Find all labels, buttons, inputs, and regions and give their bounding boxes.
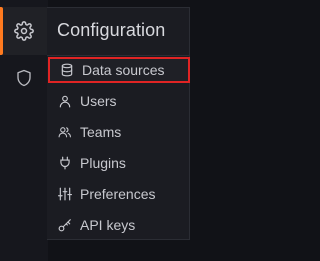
configuration-rail-button[interactable] [0,7,48,55]
menu-item-users[interactable]: Users [48,88,190,114]
side-rail [0,0,48,261]
menu-item-teams[interactable]: Teams [48,119,190,145]
users-icon [58,125,72,139]
menu-divider [47,55,190,56]
server-admin-rail-button[interactable] [0,54,48,102]
menu-item-data-sources[interactable]: Data sources [48,57,190,83]
menu-item-label: Preferences [80,186,156,202]
plug-icon [58,156,72,170]
menu-item-plugins[interactable]: Plugins [48,150,190,176]
user-icon [58,94,72,108]
menu-item-label: Data sources [82,62,165,78]
configuration-menu: Configuration Data sources Users Teams P… [47,7,190,240]
sliders-icon [58,187,72,201]
gear-icon [14,21,34,41]
menu-item-label: Teams [80,124,122,140]
shield-icon [15,69,33,87]
menu-item-label: API keys [80,217,136,233]
menu-item-api-keys[interactable]: API keys [48,212,190,238]
menu-item-label: Users [80,93,117,109]
menu-title: Configuration [57,20,166,40]
database-icon [60,63,74,77]
key-icon [58,218,72,232]
menu-item-preferences[interactable]: Preferences [48,181,190,207]
menu-item-label: Plugins [80,155,126,171]
